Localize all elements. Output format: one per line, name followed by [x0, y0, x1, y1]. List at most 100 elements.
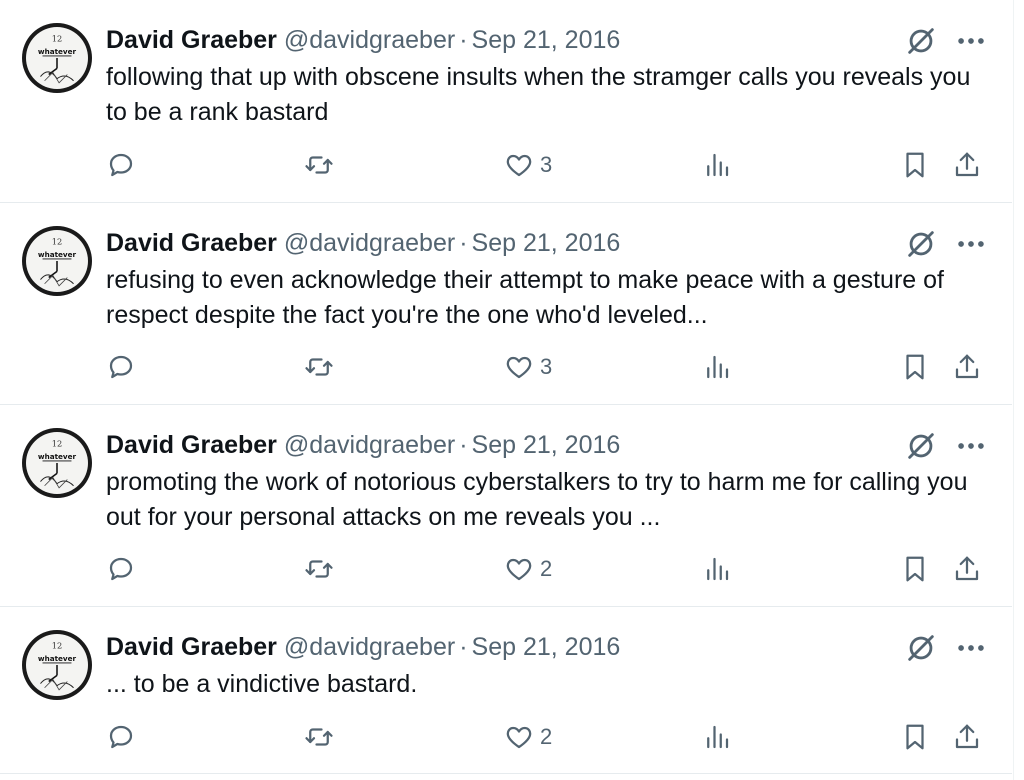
retweet-icon — [305, 728, 333, 746]
avatar-number: 12 — [52, 33, 63, 43]
like-button[interactable]: 3 — [504, 347, 552, 387]
like-count: 3 — [540, 152, 553, 177]
bookmark-icon — [906, 354, 924, 380]
avatar[interactable]: 12 whatever — [22, 23, 92, 93]
tweet-date[interactable]: Sep 21, 2016 — [472, 431, 621, 459]
share-icon — [955, 556, 979, 581]
tweet-text: promoting the work of notorious cybersta… — [106, 468, 968, 531]
separator-dot: · — [459, 26, 468, 54]
views-button[interactable] — [702, 549, 732, 589]
like-count: 2 — [540, 724, 553, 749]
avatar[interactable]: 12 whatever — [22, 226, 92, 296]
bookmark-button[interactable] — [900, 549, 930, 589]
avatar[interactable]: 12 whatever — [22, 428, 92, 498]
retweet-button[interactable] — [304, 549, 334, 589]
share-icon — [955, 152, 979, 177]
tweet-date[interactable]: Sep 21, 2016 — [472, 633, 621, 661]
tweet-header: David Graeber @davidgraeber · Sep 21, 2016 — [106, 429, 620, 461]
like-button[interactable]: 3 — [504, 145, 552, 185]
like-icon — [506, 356, 532, 379]
avatar-word: whatever — [38, 654, 77, 663]
retweet-button[interactable] — [304, 145, 334, 185]
tweet-text: refusing to even acknowledge their attem… — [106, 266, 944, 329]
reply-button[interactable] — [106, 549, 136, 589]
avatar-number: 12 — [52, 236, 63, 246]
retweet-button[interactable] — [304, 347, 334, 387]
tweet[interactable]: 12 whatever David Graeber @davidgraeber ·… — [0, 203, 1012, 405]
tweet[interactable]: 12 whatever David Graeber @davidgraeber ·… — [0, 607, 1012, 774]
tweet-actions: 2 — [100, 717, 1000, 757]
author-name[interactable]: David Graeber — [106, 229, 277, 257]
grok-icon[interactable] — [904, 24, 938, 58]
avatar[interactable]: 12 whatever — [22, 630, 92, 700]
grok-icon[interactable] — [904, 227, 938, 261]
author-handle[interactable]: @davidgraeber — [284, 431, 455, 459]
tweet-top-icons — [904, 225, 994, 261]
author-name[interactable]: David Graeber — [106, 431, 277, 459]
views-button[interactable] — [702, 145, 732, 185]
tweet-header: David Graeber @davidgraeber · Sep 21, 2016 — [106, 24, 620, 56]
reply-button[interactable] — [106, 145, 136, 185]
retweet-button[interactable] — [304, 717, 334, 757]
bookmark-icon — [906, 152, 924, 178]
bookmark-icon — [906, 724, 924, 750]
grok-icon[interactable] — [904, 429, 938, 463]
like-icon — [506, 154, 532, 177]
more-icon[interactable] — [954, 227, 988, 261]
views-icon — [707, 725, 729, 749]
bookmark-button[interactable] — [900, 145, 930, 185]
author-name[interactable]: David Graeber — [106, 26, 277, 54]
tweet[interactable]: 12 whatever David Graeber @davidgraeber ·… — [0, 0, 1012, 203]
views-button[interactable] — [702, 347, 732, 387]
share-button[interactable] — [952, 717, 982, 757]
bookmark-icon — [906, 556, 924, 582]
reply-icon — [109, 557, 133, 581]
tweet-actions: 3 — [100, 145, 1000, 185]
tweet-header: David Graeber @davidgraeber · Sep 21, 2016 — [106, 227, 620, 259]
like-count: 3 — [540, 354, 553, 379]
grok-icon[interactable] — [904, 631, 938, 665]
reply-icon — [109, 355, 133, 379]
author-handle[interactable]: @davidgraeber — [284, 229, 455, 257]
tweet-top-icons — [904, 427, 994, 463]
views-icon — [707, 153, 729, 177]
like-button[interactable]: 2 — [504, 549, 552, 589]
like-count: 2 — [540, 556, 553, 581]
separator-dot: · — [459, 633, 468, 661]
tweet-date[interactable]: Sep 21, 2016 — [472, 229, 621, 257]
share-button[interactable] — [952, 347, 982, 387]
reply-icon — [109, 725, 133, 749]
avatar-word: whatever — [38, 47, 77, 56]
share-button[interactable] — [952, 145, 982, 185]
share-icon — [955, 724, 979, 749]
author-name[interactable]: David Graeber — [106, 633, 277, 661]
reply-icon — [109, 153, 133, 177]
avatar-number: 12 — [52, 438, 63, 448]
author-handle[interactable]: @davidgraeber — [284, 26, 455, 54]
tweet-header: David Graeber @davidgraeber · Sep 21, 2016 — [106, 631, 620, 663]
more-icon[interactable] — [954, 631, 988, 665]
bookmark-button[interactable] — [900, 347, 930, 387]
reply-button[interactable] — [106, 717, 136, 757]
tweet-feed: 12 whatever David Graeber @davidgraeber ·… — [0, 0, 1014, 780]
like-icon — [506, 726, 532, 749]
more-icon[interactable] — [954, 24, 988, 58]
more-icon[interactable] — [954, 429, 988, 463]
reply-button[interactable] — [106, 347, 136, 387]
share-button[interactable] — [952, 549, 982, 589]
like-button[interactable]: 2 — [504, 717, 552, 757]
separator-dot: · — [459, 229, 468, 257]
tweet-top-icons — [904, 22, 994, 58]
tweet-text: ... to be a vindictive bastard. — [106, 670, 418, 698]
tweet-date[interactable]: Sep 21, 2016 — [472, 26, 621, 54]
share-icon — [955, 354, 979, 379]
separator-dot: · — [459, 431, 468, 459]
views-button[interactable] — [702, 717, 732, 757]
author-handle[interactable]: @davidgraeber — [284, 633, 455, 661]
tweet-top-icons — [904, 629, 994, 665]
retweet-icon — [305, 560, 333, 578]
bookmark-button[interactable] — [900, 717, 930, 757]
tweet[interactable]: 12 whatever David Graeber @davidgraeber ·… — [0, 405, 1012, 607]
views-icon — [707, 557, 729, 581]
retweet-icon — [305, 358, 333, 376]
